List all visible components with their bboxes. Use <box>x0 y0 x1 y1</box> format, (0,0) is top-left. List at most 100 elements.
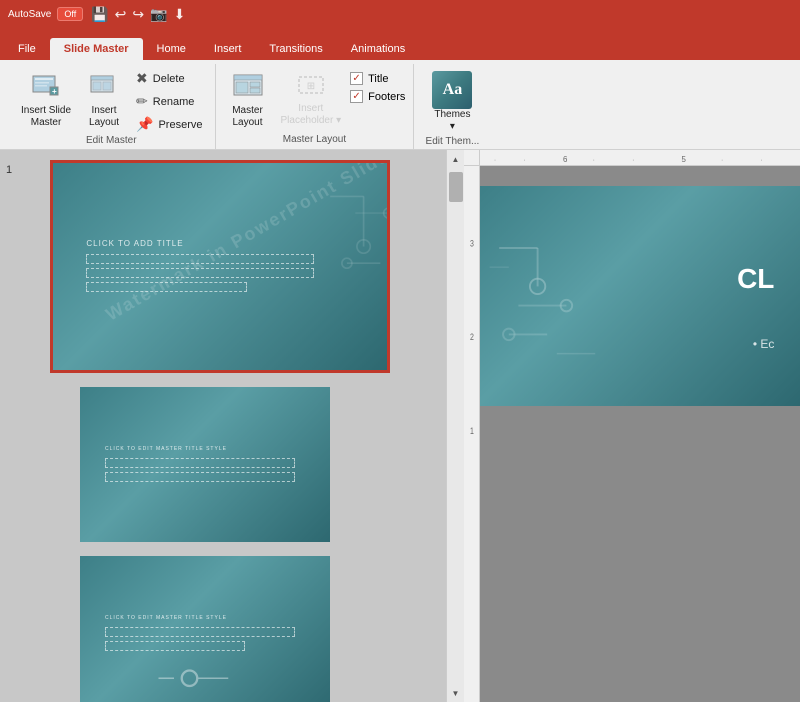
slide-inner-3: CLICK TO EDIT MASTER TITLE STYLE <box>80 556 330 702</box>
title-bar-icons: 💾 ↩ ↪ 📷 ⬇ <box>91 6 185 23</box>
edit-master-group-label: Edit Master <box>86 135 137 150</box>
scroll-track <box>447 168 464 684</box>
insert-slide-master-button[interactable]: + Insert SlideMaster <box>16 68 76 132</box>
svg-text:5: 5 <box>682 154 687 163</box>
ribbon: + Insert SlideMaster InsertLayout <box>0 60 800 150</box>
slide-inner-2-content: CLICK TO EDIT MASTER TITLE STYLE <box>80 387 330 542</box>
canvas-area: CL • Ec <box>480 166 800 702</box>
canvas-slide-title: CL <box>737 263 774 295</box>
title-checkbox-label: Title <box>368 73 388 85</box>
ruler-horizontal: · · 6 · · 5 · · <box>480 150 800 166</box>
footers-checkbox[interactable]: ✓ <box>350 90 363 103</box>
main-slide-preview: CL • Ec <box>480 186 800 406</box>
more-icon[interactable]: ⬇ <box>174 6 186 23</box>
dashed-box-2b <box>105 472 295 482</box>
preserve-icon: 📌 <box>136 116 153 133</box>
ribbon-group-edit-themes: Aa Themes▾ Edit Them... <box>414 64 490 149</box>
svg-text:2: 2 <box>470 332 474 342</box>
svg-text:+: + <box>52 87 57 96</box>
delete-button[interactable]: ✖ Delete <box>132 68 206 89</box>
preserve-label: Preserve <box>158 119 202 131</box>
insert-layout-button[interactable]: InsertLayout <box>80 68 128 132</box>
footers-checkbox-label: Footers <box>368 91 405 103</box>
dashed-box-3a <box>105 627 295 637</box>
tab-insert[interactable]: Insert <box>200 38 256 60</box>
insert-layout-icon <box>88 71 120 103</box>
insert-slide-master-icon: + <box>30 71 62 103</box>
svg-text:6: 6 <box>563 154 568 163</box>
tab-home[interactable]: Home <box>143 38 200 60</box>
svg-text:·: · <box>524 156 526 163</box>
slide-inner-2: CLICK TO EDIT MASTER TITLE STYLE <box>80 387 330 542</box>
slide-panel: 1 CLICK TO ADD TITLE <box>0 150 446 702</box>
canvas-slide-bullet: • Ec <box>753 337 775 351</box>
right-panel: · · 6 · · 5 · · 3 2 1 <box>464 150 800 702</box>
slide-3-title: CLICK TO EDIT MASTER TITLE STYLE <box>105 615 227 621</box>
title-bar-left: AutoSave Off <box>8 7 83 21</box>
tab-transitions[interactable]: Transitions <box>255 38 336 60</box>
themes-icon: Aa <box>432 71 472 109</box>
tab-slide-master[interactable]: Slide Master <box>50 38 143 60</box>
main-area: 1 CLICK TO ADD TITLE <box>0 150 800 702</box>
ruler-corner <box>464 150 480 166</box>
ruler-top-row: · · 6 · · 5 · · <box>464 150 800 166</box>
scroll-up-arrow[interactable]: ▲ <box>447 150 465 168</box>
slide-inner-1: CLICK TO ADD TITLE Watermark in Power <box>53 163 387 370</box>
svg-text:·: · <box>632 156 634 163</box>
undo-icon[interactable]: ↩ <box>115 6 127 23</box>
title-checkbox-item[interactable]: ✓ Title <box>350 72 405 85</box>
ribbon-group-master-layout-content: MasterLayout ⊞ InsertPlaceholder ▾ ✓ Tit… <box>224 64 406 134</box>
svg-text:·: · <box>494 156 496 163</box>
svg-text:3: 3 <box>470 238 474 248</box>
svg-text:·: · <box>593 156 595 163</box>
redo-icon[interactable]: ↪ <box>132 6 144 23</box>
ribbon-group-themes-content: Aa Themes▾ <box>422 64 482 136</box>
svg-text:1: 1 <box>470 426 474 436</box>
master-layout-label: MasterLayout <box>232 105 263 129</box>
slide-thumb-3[interactable]: CLICK TO EDIT MASTER TITLE STYLE <box>80 556 330 702</box>
insert-layout-label: InsertLayout <box>89 105 119 129</box>
slide-thumb-1[interactable]: CLICK TO ADD TITLE Watermark in Power <box>50 160 390 373</box>
circuit-svg-3 <box>155 655 255 702</box>
slide-1-title-text: CLICK TO ADD TITLE <box>86 239 183 248</box>
ribbon-group-master-layout: MasterLayout ⊞ InsertPlaceholder ▾ ✓ Tit… <box>216 64 415 149</box>
camera-icon[interactable]: 📷 <box>150 6 167 23</box>
insert-placeholder-button[interactable]: ⊞ InsertPlaceholder ▾ <box>276 68 347 130</box>
ribbon-tabs: File Slide Master Home Insert Transition… <box>0 28 800 60</box>
themes-button[interactable]: Aa Themes▾ <box>422 68 482 136</box>
slide-thumb-2[interactable]: CLICK TO EDIT MASTER TITLE STYLE <box>80 387 330 542</box>
save-icon[interactable]: 💾 <box>91 6 108 23</box>
scroll-down-arrow[interactable]: ▼ <box>447 684 465 702</box>
tab-file[interactable]: File <box>4 38 50 60</box>
slide-panel-scrollbar[interactable]: ▲ ▼ <box>446 150 464 702</box>
canvas-with-ruler: 3 2 1 <box>464 166 800 702</box>
ribbon-group-edit-master-content: + Insert SlideMaster InsertLayout <box>16 64 207 135</box>
title-checkbox[interactable]: ✓ <box>350 72 363 85</box>
delete-icon: ✖ <box>136 70 148 87</box>
delete-label: Delete <box>153 73 185 85</box>
ribbon-group-edit-master: + Insert SlideMaster InsertLayout <box>8 64 216 149</box>
master-layout-button[interactable]: MasterLayout <box>224 68 272 132</box>
checkbox-group: ✓ Title ✓ Footers <box>350 68 405 103</box>
rename-button[interactable]: ✏ Rename <box>132 91 206 112</box>
svg-text:·: · <box>761 156 763 163</box>
slide-number-1: 1 <box>6 164 12 176</box>
insert-placeholder-label: InsertPlaceholder ▾ <box>281 103 342 127</box>
title-bar: AutoSave Off 💾 ↩ ↪ 📷 ⬇ <box>0 0 800 28</box>
ribbon-small-buttons: ✖ Delete ✏ Rename 📌 Preserve <box>132 68 206 135</box>
insert-slide-master-label: Insert SlideMaster <box>21 105 71 129</box>
svg-text:⊞: ⊞ <box>307 81 315 92</box>
rename-icon: ✏ <box>136 93 148 110</box>
slide-2-title: CLICK TO EDIT MASTER TITLE STYLE <box>105 446 227 452</box>
master-layout-icon <box>232 71 264 103</box>
insert-placeholder-icon: ⊞ <box>295 71 327 103</box>
autosave-label: AutoSave <box>8 9 51 20</box>
autosave-toggle[interactable]: Off <box>57 7 83 21</box>
footers-checkbox-item[interactable]: ✓ Footers <box>350 90 405 103</box>
svg-text:·: · <box>721 156 723 163</box>
tab-animations[interactable]: Animations <box>337 38 419 60</box>
scroll-thumb[interactable] <box>449 172 463 202</box>
rename-label: Rename <box>153 96 195 108</box>
preserve-button[interactable]: 📌 Preserve <box>132 114 206 135</box>
master-layout-group-label: Master Layout <box>283 134 346 149</box>
